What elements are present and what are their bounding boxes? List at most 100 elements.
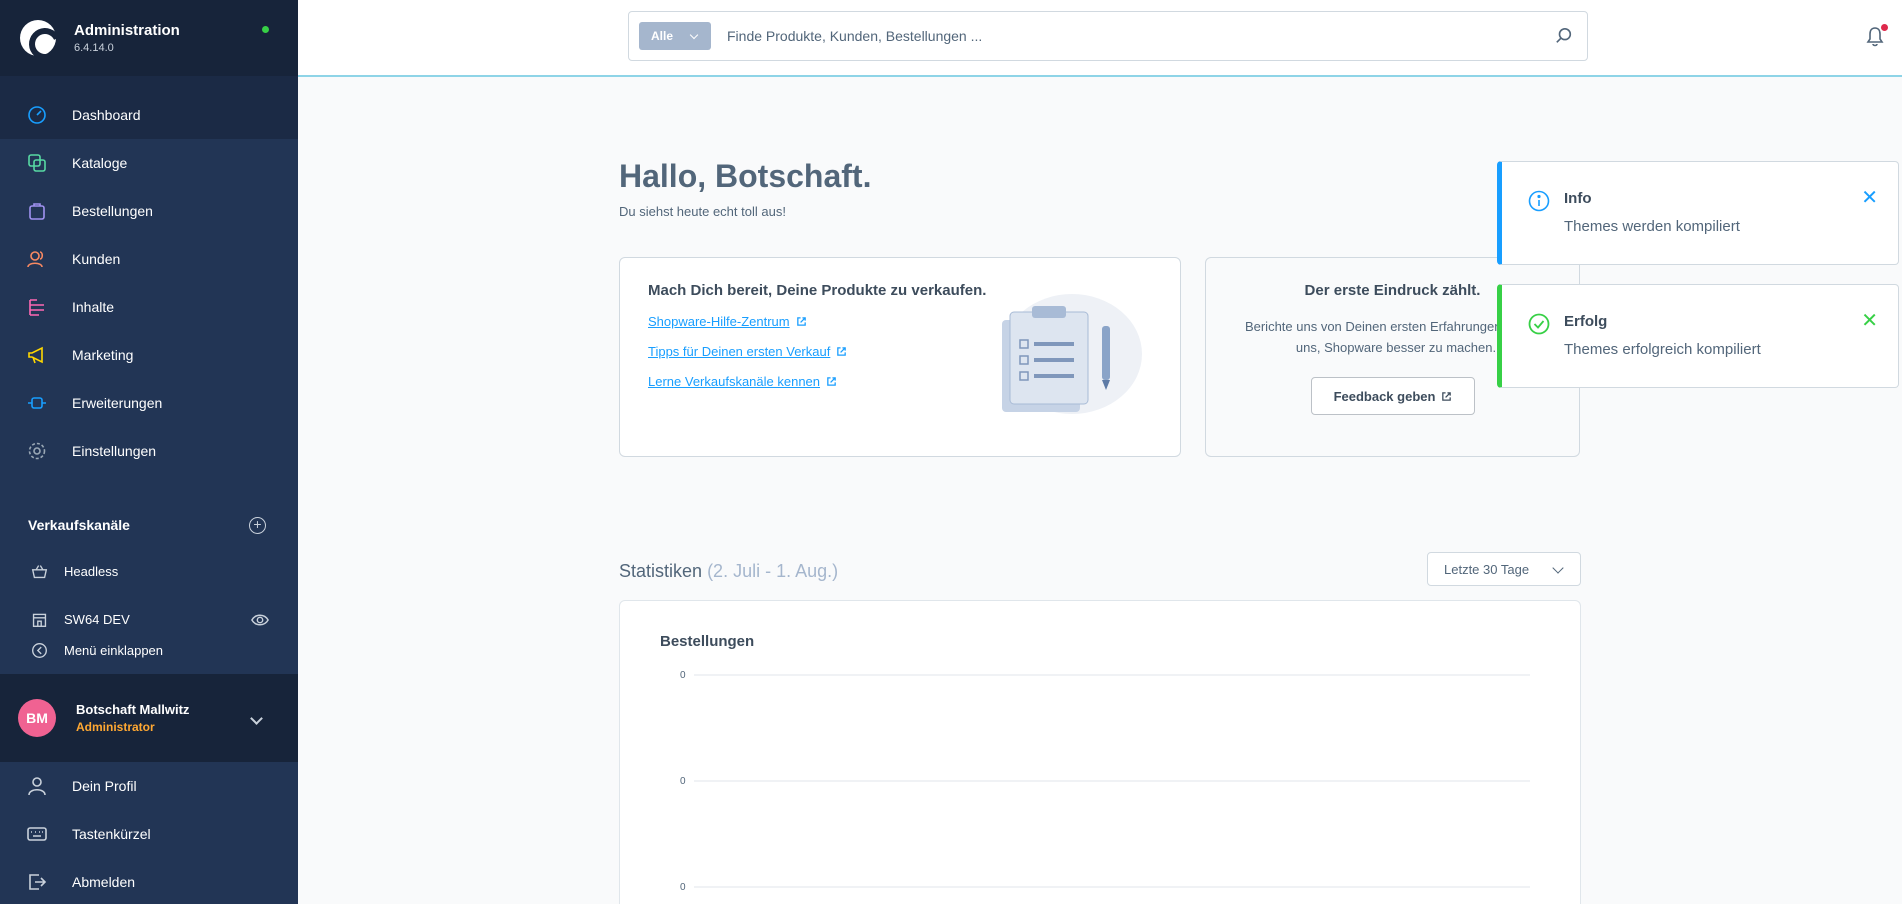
search-icon[interactable]	[1555, 27, 1573, 45]
nav-item-settings[interactable]: Einstellungen	[0, 427, 298, 475]
basket-icon	[30, 562, 48, 580]
gear-icon	[26, 440, 48, 462]
external-link-icon	[1442, 391, 1452, 401]
statistics-title: Statistiken (2. Juli - 1. Aug.)	[619, 561, 838, 582]
chart-y-tick-label: 0	[680, 882, 686, 893]
content-icon	[26, 296, 48, 318]
chevron-down-icon	[689, 30, 699, 39]
dashboard-icon	[26, 104, 48, 126]
toast-message: Themes erfolgreich kompiliert	[1564, 341, 1761, 358]
keyboard-icon	[26, 823, 48, 845]
user-box[interactable]: BM Botschaft Mallwitz Administrator	[0, 674, 298, 762]
toast-title: Info	[1564, 190, 1592, 207]
chart-title: Bestellungen	[660, 633, 755, 650]
nav-item-orders[interactable]: Bestellungen	[0, 187, 298, 235]
nav-item-label: Marketing	[72, 347, 134, 363]
main-navigation: Dashboard Kataloge Bestellungen Kunden I…	[0, 91, 298, 491]
nav-item-label: Inhalte	[72, 299, 115, 315]
toast-info: Info Themes werden kompiliert ✕	[1497, 161, 1899, 265]
nav-item-logout[interactable]: Abmelden	[0, 858, 298, 904]
nav-item-customers[interactable]: Kunden	[0, 235, 298, 283]
external-link-icon	[827, 377, 836, 386]
notification-dot	[1881, 24, 1888, 31]
sales-channels-link[interactable]: Lerne Verkaufskanäle kennen	[648, 374, 837, 389]
nav-item-extensions[interactable]: Erweiterungen	[0, 379, 298, 427]
nav-item-label: Kataloge	[72, 155, 128, 171]
sales-channel-sw64-dev[interactable]: SW64 DEV	[30, 610, 130, 628]
megaphone-icon	[26, 344, 48, 366]
user-menu: Dein Profil Tastenkürzel Abmelden	[0, 762, 298, 904]
date-range-value: Letzte 30 Tage	[1444, 561, 1530, 577]
nav-item-label: Dashboard	[72, 107, 141, 123]
nav-item-label: Bestellungen	[72, 203, 153, 219]
clipboard-illustration	[1002, 294, 1142, 414]
nav-item-label: Tastenkürzel	[72, 826, 151, 842]
sales-channels-header: Verkaufskanäle	[28, 517, 130, 533]
nav-item-shortcuts[interactable]: Tastenkürzel	[0, 810, 298, 858]
link-label: Lerne Verkaufskanäle kennen	[648, 374, 821, 389]
sales-channel-headless[interactable]: Headless	[30, 562, 118, 580]
page-subtitle: Du siehst heute echt toll aus!	[619, 204, 786, 219]
toast-title: Erfolg	[1564, 313, 1608, 330]
collapse-menu-label: Menü einklappen	[64, 642, 164, 658]
chevron-down-icon[interactable]	[250, 712, 263, 725]
sidebar: Administration 6.4.14.0 Dashboard Katalo…	[0, 0, 298, 904]
statistics-range: (2. Juli - 1. Aug.)	[707, 561, 839, 581]
nav-item-label: Einstellungen	[72, 443, 157, 459]
eye-icon[interactable]	[251, 611, 269, 629]
close-icon[interactable]: ✕	[1861, 188, 1878, 208]
nav-item-label: Erweiterungen	[72, 395, 163, 411]
collapse-circle-icon	[30, 641, 48, 659]
nav-item-dashboard[interactable]: Dashboard	[0, 91, 298, 139]
page-title: Hallo, Botschaft.	[619, 158, 872, 194]
toast-success: Erfolg Themes erfolgreich kompiliert ✕	[1497, 284, 1899, 388]
help-center-link[interactable]: Shopware-Hilfe-Zentrum	[648, 314, 807, 329]
plug-icon	[26, 392, 48, 414]
check-circle-icon	[1528, 313, 1550, 335]
collapse-menu-button[interactable]: Menü einklappen	[30, 641, 163, 659]
orders-chart: 0 0 0	[680, 670, 1530, 893]
avatar: BM	[18, 699, 56, 737]
sidebar-header: Administration 6.4.14.0	[0, 0, 298, 76]
first-sale-tips-link[interactable]: Tipps für Deinen ersten Verkauf	[648, 344, 847, 359]
chart-y-tick-label: 0	[680, 776, 686, 787]
sales-channel-label: Headless	[64, 563, 119, 579]
global-search: Alle	[628, 11, 1588, 61]
shopping-bag-icon	[26, 200, 48, 222]
customers-icon	[26, 248, 48, 270]
user-icon	[26, 775, 48, 797]
search-input[interactable]	[727, 28, 1527, 44]
external-link-icon	[837, 347, 847, 356]
card-title: Mach Dich bereit, Deine Produkte zu verk…	[648, 282, 987, 299]
button-label: Feedback geben	[1333, 388, 1436, 404]
sales-channel-label: SW64 DEV	[64, 611, 130, 627]
link-label: Tipps für Deinen ersten Verkauf	[648, 344, 831, 359]
nav-item-label: Dein Profil	[72, 778, 137, 794]
close-icon[interactable]: ✕	[1861, 311, 1878, 331]
top-bar: Alle	[298, 0, 1902, 77]
nav-item-content[interactable]: Inhalte	[0, 283, 298, 331]
feedback-button[interactable]: Feedback geben	[1311, 377, 1475, 415]
user-role: Administrator	[76, 720, 155, 734]
nav-item-profile[interactable]: Dein Profil	[0, 762, 298, 810]
chevron-down-icon	[1552, 562, 1564, 574]
info-icon	[1528, 190, 1550, 212]
orders-chart-card: Bestellungen 0 0 0	[619, 600, 1581, 904]
shopware-logo[interactable]	[20, 20, 56, 56]
toast-message: Themes werden kompiliert	[1564, 218, 1740, 235]
online-status-dot	[262, 26, 269, 33]
date-range-select[interactable]: Letzte 30 Tage	[1427, 552, 1581, 586]
user-name: Botschaft Mallwitz	[76, 702, 190, 717]
nav-item-catalogs[interactable]: Kataloge	[0, 139, 298, 187]
nav-item-label: Kunden	[72, 251, 121, 267]
link-label: Shopware-Hilfe-Zentrum	[648, 314, 790, 329]
nav-item-marketing[interactable]: Marketing	[0, 331, 298, 379]
add-sales-channel-icon[interactable]: +	[249, 517, 266, 534]
logout-icon	[26, 871, 48, 893]
app-version: 6.4.14.0	[74, 42, 114, 54]
statistics-label: Statistiken	[619, 561, 703, 581]
catalog-icon	[26, 152, 48, 174]
search-type-select[interactable]: Alle	[639, 22, 711, 50]
app-title: Administration	[74, 22, 180, 39]
getting-started-card: Mach Dich bereit, Deine Produkte zu verk…	[619, 257, 1181, 457]
